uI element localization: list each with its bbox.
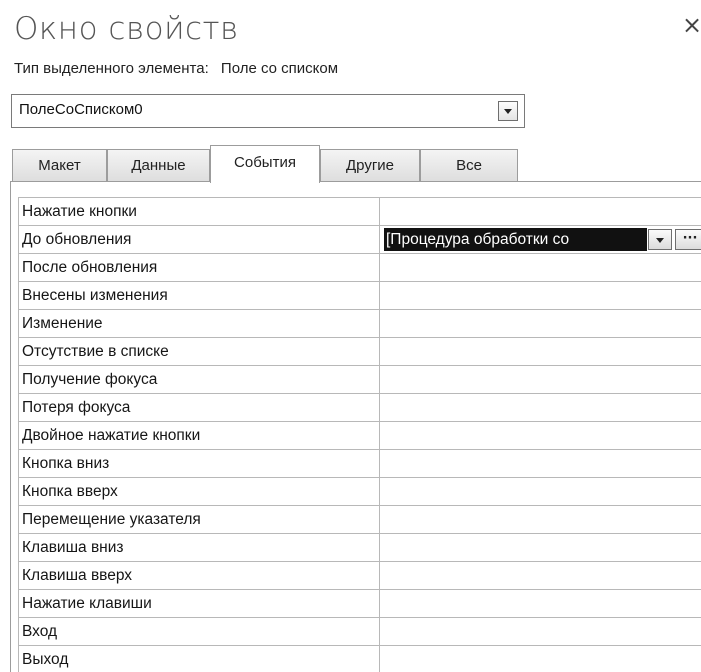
property-row[interactable]: Изменение — [19, 310, 701, 338]
property-name: Клавиша вниз — [19, 534, 380, 561]
chevron-down-icon[interactable] — [498, 101, 518, 121]
property-name: После обновления — [19, 254, 380, 281]
property-name: Вход — [19, 618, 380, 645]
property-name: Нажатие кнопки — [19, 198, 380, 225]
selection-type: Тип выделенного элемента: Поле со списко… — [14, 60, 338, 77]
object-selector-value: ПолеСоСписком0 — [19, 101, 143, 118]
property-row[interactable]: После обновления — [19, 254, 701, 282]
tab-layout[interactable]: Макет — [12, 149, 107, 181]
property-name: Кнопка вверх — [19, 478, 380, 505]
property-value-text[interactable]: [Процедура обработки со — [384, 228, 647, 251]
property-row[interactable]: Нажатие кнопки — [19, 198, 701, 226]
property-value[interactable] — [380, 338, 701, 365]
property-name: Двойное нажатие кнопки — [19, 422, 380, 449]
property-name: Отсутствие в списке — [19, 338, 380, 365]
property-value[interactable] — [380, 618, 701, 645]
tab-other[interactable]: Другие — [320, 149, 420, 181]
property-value[interactable] — [380, 198, 701, 225]
property-value[interactable] — [380, 590, 701, 617]
property-name: Перемещение указателя — [19, 506, 380, 533]
property-name: До обновления — [19, 226, 380, 253]
property-name: Получение фокуса — [19, 366, 380, 393]
property-row[interactable]: Клавиша вверх — [19, 562, 701, 590]
property-sheet: Окно свойств × Тип выделенного элемента:… — [0, 0, 701, 672]
property-value[interactable] — [380, 450, 701, 477]
property-row[interactable]: Отсутствие в списке — [19, 338, 701, 366]
property-row[interactable]: Нажатие клавиши — [19, 590, 701, 618]
property-name: Потеря фокуса — [19, 394, 380, 421]
property-value[interactable] — [380, 646, 701, 672]
property-row[interactable]: Перемещение указателя — [19, 506, 701, 534]
property-grid: Нажатие кнопки До обновления [Процедура … — [18, 197, 701, 672]
property-row[interactable]: Кнопка вверх — [19, 478, 701, 506]
selection-type-value: Поле со списком — [220, 60, 339, 77]
property-value[interactable] — [380, 394, 701, 421]
property-value[interactable] — [380, 422, 701, 449]
tab-events[interactable]: События — [210, 145, 320, 183]
property-row[interactable]: Получение фокуса — [19, 366, 701, 394]
property-name: Изменение — [19, 310, 380, 337]
property-row[interactable]: Вход — [19, 618, 701, 646]
property-row[interactable]: Кнопка вниз — [19, 450, 701, 478]
property-value[interactable] — [380, 506, 701, 533]
property-value[interactable] — [380, 282, 701, 309]
selection-type-label: Тип выделенного элемента: — [14, 60, 209, 77]
property-row[interactable]: Внесены изменения — [19, 282, 701, 310]
tab-all[interactable]: Все — [420, 149, 518, 181]
property-row[interactable]: Потеря фокуса — [19, 394, 701, 422]
tab-data[interactable]: Данные — [107, 149, 210, 181]
property-value[interactable]: [Процедура обработки со ··· — [380, 226, 701, 253]
property-grid-frame: Нажатие кнопки До обновления [Процедура … — [10, 181, 701, 672]
object-selector-combo[interactable]: ПолеСоСписком0 — [11, 94, 525, 128]
property-name: Клавиша вверх — [19, 562, 380, 589]
property-value[interactable] — [380, 366, 701, 393]
page-title: Окно свойств — [14, 11, 239, 47]
property-name: Нажатие клавиши — [19, 590, 380, 617]
property-value[interactable] — [380, 534, 701, 561]
property-value[interactable] — [380, 310, 701, 337]
ellipsis-icon[interactable]: ··· — [675, 229, 701, 250]
property-value[interactable] — [380, 562, 701, 589]
property-name: Кнопка вниз — [19, 450, 380, 477]
property-row[interactable]: Выход — [19, 646, 701, 672]
close-icon[interactable]: × — [682, 14, 701, 36]
property-value[interactable] — [380, 478, 701, 505]
chevron-down-icon[interactable] — [648, 229, 672, 250]
property-name: Внесены изменения — [19, 282, 380, 309]
property-row[interactable]: Клавиша вниз — [19, 534, 701, 562]
property-row[interactable]: До обновления [Процедура обработки со ··… — [19, 226, 701, 254]
property-row[interactable]: Двойное нажатие кнопки — [19, 422, 701, 450]
property-value[interactable] — [380, 254, 701, 281]
property-name: Выход — [19, 646, 380, 672]
